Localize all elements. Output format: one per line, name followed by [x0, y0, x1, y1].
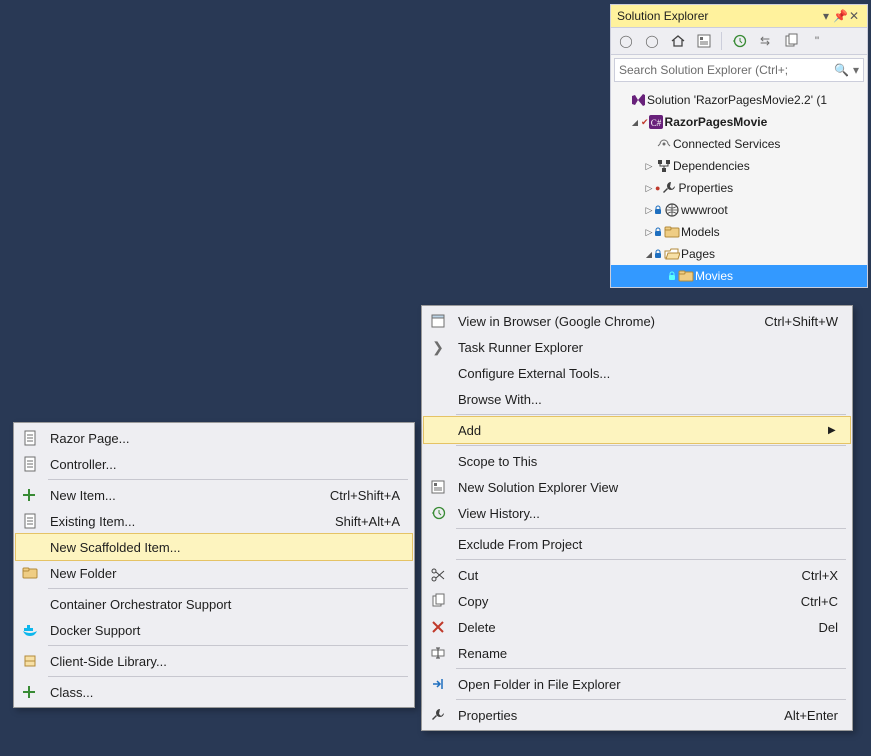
- refresh-button[interactable]: [728, 30, 750, 52]
- submenu-container-orchestrator[interactable]: Container Orchestrator Support: [16, 591, 412, 617]
- tree-models[interactable]: Models: [611, 221, 867, 243]
- solution-tree: Solution 'RazorPagesMovie2.2' (1 ✔ Razor…: [611, 85, 867, 287]
- menu-task-runner[interactable]: ❯ Task Runner Explorer: [424, 334, 850, 360]
- submenu-new-scaffolded-item[interactable]: New Scaffolded Item...: [16, 534, 412, 560]
- solution-explorer-title: Solution Explorer: [617, 9, 708, 23]
- padlock-icon: [669, 271, 677, 281]
- csharp-icon: [647, 114, 665, 130]
- menu-properties[interactable]: Properties Alt+Enter: [424, 702, 850, 728]
- tree-wwwroot[interactable]: wwwroot: [611, 199, 867, 221]
- menu-view-in-browser[interactable]: View in Browser (Google Chrome) Ctrl+Shi…: [424, 308, 850, 334]
- submenu-existing-item[interactable]: Existing Item... Shift+Alt+A: [16, 508, 412, 534]
- wrench-icon: [660, 180, 678, 196]
- browser-icon: [428, 311, 448, 331]
- tree-dependencies[interactable]: Dependencies: [611, 155, 867, 177]
- class-icon: [20, 682, 40, 702]
- overflow-button[interactable]: ": [806, 30, 828, 52]
- solution-view-icon: [428, 477, 448, 497]
- new-item-icon: [20, 485, 40, 505]
- menu-add[interactable]: Add ▶: [424, 417, 850, 443]
- padlock-icon: [655, 249, 663, 259]
- tree-label: Dependencies: [673, 159, 750, 173]
- vs-icon: [629, 92, 647, 108]
- library-icon: [20, 651, 40, 671]
- search-icon: 🔍: [834, 63, 849, 77]
- tree-connected-services[interactable]: Connected Services: [611, 133, 867, 155]
- existing-item-icon: [20, 511, 40, 531]
- menu-new-solution-view[interactable]: New Solution Explorer View: [424, 474, 850, 500]
- tree-label: Connected Services: [673, 137, 780, 151]
- folder-icon: [663, 224, 681, 240]
- padlock-icon: [655, 205, 663, 215]
- copy-icon: [428, 591, 448, 611]
- wrench-icon: [428, 705, 448, 725]
- connected-icon: [655, 136, 673, 152]
- tree-pages[interactable]: Pages: [611, 243, 867, 265]
- close-icon[interactable]: ✕: [847, 9, 861, 23]
- menu-copy[interactable]: Copy Ctrl+C: [424, 588, 850, 614]
- home-button[interactable]: [667, 30, 689, 52]
- tree-solution[interactable]: Solution 'RazorPagesMovie2.2' (1: [611, 89, 867, 111]
- tree-label: RazorPagesMovie: [665, 115, 768, 129]
- delete-icon: [428, 617, 448, 637]
- sync-button[interactable]: [693, 30, 715, 52]
- menu-browse-with[interactable]: Browse With...: [424, 386, 850, 412]
- docker-icon: [20, 620, 40, 640]
- submenu-controller[interactable]: Controller...: [16, 451, 412, 477]
- menu-view-history[interactable]: View History...: [424, 500, 850, 526]
- tree-label: Models: [681, 225, 720, 239]
- menu-exclude[interactable]: Exclude From Project: [424, 531, 850, 557]
- menu-configure-tools[interactable]: Configure External Tools...: [424, 360, 850, 386]
- collapse-button[interactable]: ⇆: [754, 30, 776, 52]
- tree-project[interactable]: ✔ RazorPagesMovie: [611, 111, 867, 133]
- doc-icon: [20, 428, 40, 448]
- menu-scope-to-this[interactable]: Scope to This: [424, 448, 850, 474]
- tree-properties[interactable]: ● Properties: [611, 177, 867, 199]
- tree-label: Solution 'RazorPagesMovie2.2' (1: [647, 93, 827, 107]
- dependencies-icon: [655, 158, 673, 174]
- dropdown-icon[interactable]: ▾: [819, 9, 833, 23]
- submenu-razor-page[interactable]: Razor Page...: [16, 425, 412, 451]
- add-submenu: Razor Page... Controller... New Item... …: [13, 422, 415, 708]
- submenu-client-side-library[interactable]: Client-Side Library...: [16, 648, 412, 674]
- folder-icon: [677, 268, 695, 284]
- solution-explorer-toolbar: ◯ ◯ ⇆ ": [611, 27, 867, 55]
- solution-explorer-search[interactable]: Search Solution Explorer (Ctrl+; 🔍 ▾: [614, 58, 864, 82]
- forward-button[interactable]: ◯: [641, 30, 663, 52]
- history-icon: [428, 503, 448, 523]
- folder-open-icon: [663, 246, 681, 262]
- solution-explorer-titlebar: Solution Explorer ▾ 📌 ✕: [611, 5, 867, 27]
- submenu-class[interactable]: Class...: [16, 679, 412, 705]
- menu-cut[interactable]: Cut Ctrl+X: [424, 562, 850, 588]
- search-placeholder: Search Solution Explorer (Ctrl+;: [619, 63, 834, 77]
- menu-open-in-explorer[interactable]: Open Folder in File Explorer: [424, 671, 850, 697]
- submenu-new-folder[interactable]: New Folder: [16, 560, 412, 586]
- padlock-icon: [655, 227, 663, 237]
- doc-icon: [20, 454, 40, 474]
- solution-explorer-panel: Solution Explorer ▾ 📌 ✕ ◯ ◯ ⇆ " Search S…: [610, 4, 868, 288]
- menu-delete[interactable]: Delete Del: [424, 614, 850, 640]
- back-button[interactable]: ◯: [615, 30, 637, 52]
- submenu-arrow-icon: ▶: [828, 425, 838, 436]
- context-menu: View in Browser (Google Chrome) Ctrl+Shi…: [421, 305, 853, 731]
- submenu-docker-support[interactable]: Docker Support: [16, 617, 412, 643]
- rename-icon: [428, 643, 448, 663]
- pin-icon[interactable]: 📌: [833, 9, 847, 23]
- scissors-icon: [428, 565, 448, 585]
- new-folder-icon: [20, 563, 40, 583]
- submenu-new-item[interactable]: New Item... Ctrl+Shift+A: [16, 482, 412, 508]
- tree-movies[interactable]: Movies: [611, 265, 867, 287]
- show-all-button[interactable]: [780, 30, 802, 52]
- tree-label: wwwroot: [681, 203, 728, 217]
- tree-label: Properties: [678, 181, 733, 195]
- chevron-right-icon: ❯: [428, 337, 448, 357]
- tree-label: Pages: [681, 247, 715, 261]
- globe-icon: [663, 202, 681, 218]
- menu-rename[interactable]: Rename: [424, 640, 850, 666]
- open-folder-icon: [428, 674, 448, 694]
- tree-label: Movies: [695, 269, 733, 283]
- search-dropdown-icon[interactable]: ▾: [853, 63, 859, 77]
